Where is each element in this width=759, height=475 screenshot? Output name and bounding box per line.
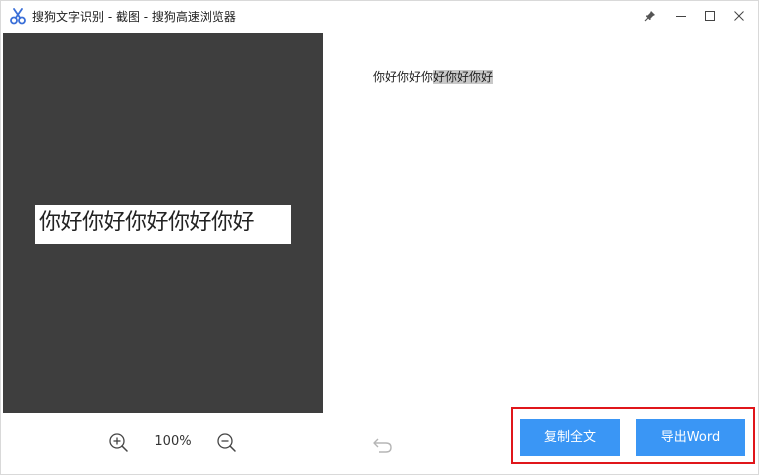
- recognized-text-editor[interactable]: 你好你好你好你好你好: [353, 51, 749, 391]
- export-word-button[interactable]: 导出Word: [636, 419, 745, 456]
- close-icon: [733, 7, 745, 26]
- image-preview-panel: 你好你好你好你好你好: [3, 33, 323, 413]
- minimize-button[interactable]: [666, 1, 696, 32]
- captured-image: 你好你好你好你好你好: [35, 205, 291, 244]
- zoom-out-icon: [215, 433, 237, 457]
- zoom-in-icon: [107, 433, 129, 457]
- undo-button[interactable]: [371, 433, 395, 455]
- recognized-text[interactable]: 你好你好你好你好你好: [373, 69, 494, 85]
- title-bar: 搜狗文字识别 - 截图 - 搜狗高速浏览器: [1, 1, 758, 32]
- pin-icon: [644, 7, 656, 26]
- zoom-level: 100%: [154, 434, 192, 449]
- pin-button[interactable]: [635, 1, 665, 32]
- zoom-out-button[interactable]: [215, 431, 237, 453]
- maximize-button[interactable]: [695, 1, 725, 32]
- recognized-text-selection: 好你好你好: [433, 70, 494, 84]
- close-button[interactable]: [724, 1, 754, 32]
- zoom-in-button[interactable]: [107, 431, 129, 453]
- copy-all-button[interactable]: 复制全文: [520, 419, 620, 456]
- scissors-app-icon: [9, 7, 27, 25]
- window-title: 搜狗文字识别 - 截图 - 搜狗高速浏览器: [32, 10, 236, 24]
- minimize-icon: [675, 7, 687, 26]
- captured-image-text: 你好你好你好你好你好: [39, 210, 255, 235]
- maximize-icon: [704, 7, 716, 26]
- undo-icon: [371, 438, 395, 459]
- ocr-window: 搜狗文字识别 - 截图 - 搜狗高速浏览器 你好你好你好你好你好 100% 你好…: [0, 0, 759, 475]
- recognized-text-plain: 你好你好你: [373, 70, 434, 84]
